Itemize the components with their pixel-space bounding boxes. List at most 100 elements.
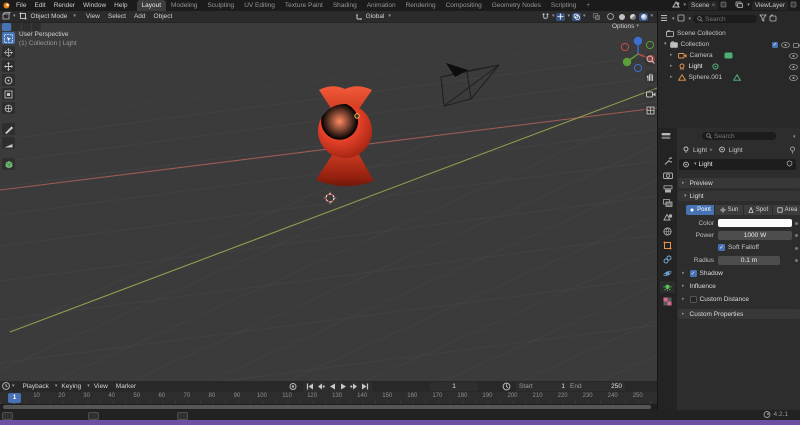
tab-object-data-light[interactable] (660, 281, 675, 293)
breadcrumb-object-name[interactable]: Light (693, 147, 707, 154)
jump-to-end-button[interactable] (360, 383, 370, 391)
collection-checkbox[interactable]: ✓ (772, 41, 778, 48)
autokey-button[interactable] (288, 382, 298, 391)
light-expand-icon[interactable]: ▸ (670, 64, 673, 69)
light-type-point-button[interactable]: Point (686, 205, 715, 215)
menu-select[interactable]: Select (104, 13, 130, 20)
tab-object[interactable] (660, 239, 675, 251)
preview-range-toggle-icon[interactable] (502, 382, 511, 391)
tool-scale-icon[interactable] (2, 88, 15, 100)
light-type-spot-button[interactable]: Spot (744, 205, 773, 215)
power-animate-dot[interactable] (794, 234, 798, 237)
transform-orientation-icon[interactable] (355, 12, 364, 22)
new-viewlayer-icon[interactable] (790, 1, 797, 10)
snap-magnet-icon[interactable] (541, 13, 550, 21)
color-swatch[interactable] (718, 219, 792, 227)
gizmo-x-neg-axis[interactable] (620, 42, 630, 52)
jump-to-start-button[interactable] (305, 383, 315, 391)
outliner-row-sphere[interactable]: ▸ Sphere.001 (658, 72, 800, 83)
outliner-search-input[interactable]: Search (693, 15, 758, 23)
playhead[interactable]: 1 (8, 393, 21, 403)
orthographic-toggle-icon[interactable] (644, 104, 657, 117)
mode-chevron-icon[interactable]: ▾ (73, 14, 76, 19)
viewport-3d-canvas[interactable] (0, 22, 657, 381)
eye-icon[interactable] (789, 63, 798, 70)
tab-sculpting[interactable]: Sculpting (202, 0, 239, 11)
outliner-display-mode-icon[interactable] (677, 14, 685, 24)
shading-wireframe-icon[interactable] (606, 13, 615, 21)
soft-falloff-checkbox[interactable]: ✓ (718, 244, 725, 251)
light-data-icon[interactable] (712, 63, 719, 70)
menu-add[interactable]: Add (130, 13, 150, 20)
outliner-editor-type-icon[interactable] (660, 14, 668, 24)
select-mode-subtract-icon[interactable] (22, 23, 31, 31)
zoom-icon[interactable] (644, 53, 657, 66)
panel-custom-properties[interactable]: ▸ Custom Properties (678, 309, 800, 319)
scene-selector-chevron-icon[interactable]: ▾ (684, 3, 687, 8)
tool-transform-icon[interactable] (2, 102, 15, 114)
outliner-row-camera[interactable]: ▸ Camera (658, 50, 800, 61)
properties-editor-type-icon[interactable] (661, 132, 671, 142)
tab-shading[interactable]: Shading (328, 0, 362, 11)
timeline-scrollbar-thumb[interactable] (3, 405, 651, 409)
tab-rendering[interactable]: Rendering (401, 0, 441, 11)
overlays-toggle-icon[interactable] (571, 12, 581, 21)
tool-cursor-icon[interactable] (2, 46, 15, 58)
gizmo-y-neg-axis[interactable] (645, 40, 655, 50)
pin-id-icon[interactable] (789, 146, 796, 156)
menu-help[interactable]: Help (110, 0, 131, 11)
panel-custom-distance[interactable]: ▸ Custom Distance (682, 296, 749, 303)
tab-texture-paint[interactable]: Texture Paint (280, 0, 328, 11)
select-mode-set-icon[interactable] (2, 23, 11, 31)
tab-physics[interactable] (660, 267, 675, 279)
transform-orientation-selector[interactable]: Global (364, 13, 387, 20)
id-browse-chevron-icon[interactable]: ▾ (694, 162, 697, 167)
editor-type-icon[interactable] (2, 11, 11, 22)
tab-scripting[interactable]: Scripting (546, 0, 581, 11)
frame-end-field[interactable]: End 250 (567, 382, 625, 391)
light-type-area-button[interactable]: Area (773, 205, 800, 215)
snap-chevron-icon[interactable]: ▾ (552, 14, 555, 19)
gizmo-y-axis[interactable] (622, 57, 632, 67)
tab-animation[interactable]: Animation (362, 0, 401, 11)
mesh-data-icon[interactable] (733, 74, 742, 81)
timeline-ruler[interactable]: 10 20 30 40 50 60 70 80 90 100 110 120 130 140 150 160 1… (0, 392, 657, 404)
radius-field[interactable]: 0.1 m (718, 256, 780, 265)
next-keyframe-button[interactable] (349, 383, 359, 391)
editor-divider[interactable] (657, 11, 658, 410)
editor-type-chevron-icon[interactable]: ▾ (13, 14, 16, 19)
gizmo-z-neg-axis[interactable] (633, 63, 643, 73)
custom-distance-checkbox[interactable] (689, 296, 697, 303)
eye-icon[interactable] (789, 52, 798, 59)
select-mode-extend-icon[interactable] (12, 23, 21, 31)
outliner-row-collection[interactable]: ▾ Collection ✓ (658, 39, 800, 50)
menu-file[interactable]: File (12, 0, 30, 11)
camera-object[interactable] (440, 63, 500, 107)
add-workspace-button[interactable]: + (581, 0, 595, 11)
tab-output[interactable] (660, 183, 675, 195)
tool-annotate-icon[interactable] (2, 123, 15, 135)
outliner-row-light[interactable]: ▸ Light (658, 61, 800, 72)
timeline-editor-type-icon[interactable] (2, 381, 10, 392)
menu-render[interactable]: Render (50, 0, 79, 11)
menu-object[interactable]: Object (150, 13, 177, 20)
tab-modeling[interactable]: Modeling (166, 0, 202, 11)
light-object[interactable] (354, 113, 360, 119)
prev-keyframe-button[interactable] (316, 383, 326, 391)
tab-tool[interactable] (660, 155, 675, 167)
gizmos-chevron-icon[interactable]: ▾ (567, 14, 570, 19)
panel-light[interactable]: ▾ Light (678, 191, 800, 201)
current-frame-field[interactable]: 1 (430, 382, 478, 391)
soft-falloff-animate-dot[interactable] (794, 247, 798, 250)
menu-marker[interactable]: Marker (112, 383, 140, 390)
new-scene-icon[interactable] (720, 1, 727, 10)
display-mode-chevron-icon[interactable]: ▾ (689, 16, 692, 22)
breadcrumb-data-name[interactable]: Light (729, 147, 743, 154)
orientation-chevron-icon[interactable]: ▾ (388, 14, 391, 19)
power-field[interactable]: 1000 W (718, 231, 792, 240)
sphere-object[interactable] (316, 86, 374, 187)
options-dropdown[interactable]: Options ▾ (612, 23, 639, 30)
tab-view-layer[interactable] (660, 197, 675, 209)
viewlayer-selector-chevron-icon[interactable]: ▾ (747, 3, 750, 8)
panel-preview[interactable]: ▸ Preview (678, 178, 800, 188)
